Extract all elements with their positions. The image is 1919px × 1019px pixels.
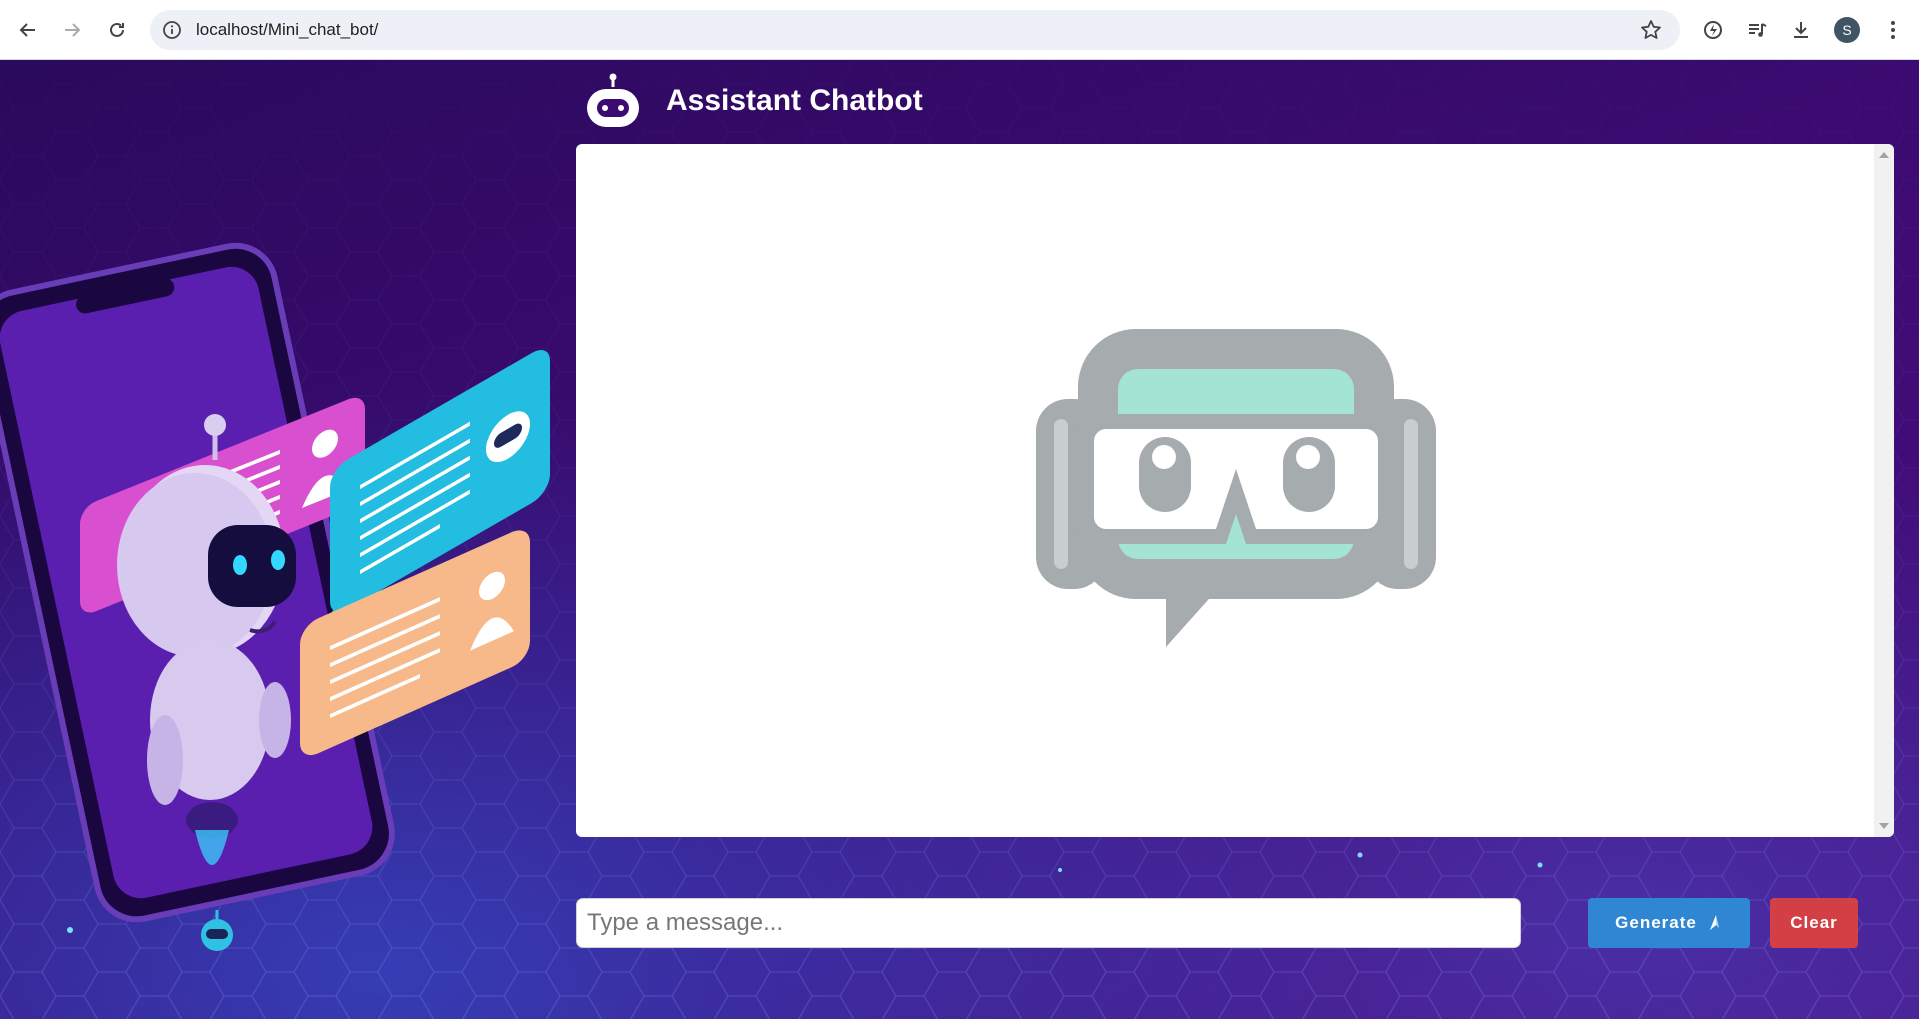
page-title: Assistant Chatbot [666, 84, 923, 117]
message-input[interactable] [576, 898, 1521, 948]
sparkle-icon [1709, 915, 1719, 930]
phone-robot-illustration [0, 242, 550, 951]
media-controls-icon[interactable] [1743, 16, 1771, 44]
chat-scrollbar[interactable] [1874, 144, 1894, 837]
forward-icon[interactable] [58, 16, 86, 44]
scroll-down-arrow-icon[interactable] [1879, 823, 1889, 829]
download-icon[interactable] [1787, 16, 1815, 44]
bookmark-star-icon[interactable] [1640, 19, 1662, 46]
profile-initial: S [1842, 22, 1852, 38]
chat-window[interactable] [576, 144, 1894, 837]
generate-button-label: Generate [1615, 913, 1697, 932]
menu-kebab-icon[interactable] [1879, 16, 1907, 44]
browser-toolbar: localhost/Mini_chat_bot/ S [0, 0, 1919, 60]
performance-icon[interactable] [1699, 16, 1727, 44]
scroll-up-arrow-icon[interactable] [1879, 152, 1889, 158]
profile-avatar[interactable]: S [1834, 17, 1860, 43]
chatbot-placeholder-icon [1036, 329, 1436, 647]
clear-button-label: Clear [1790, 913, 1838, 932]
address-bar[interactable]: localhost/Mini_chat_bot/ [150, 10, 1680, 50]
generate-button[interactable]: Generate [1588, 898, 1750, 948]
site-info-icon[interactable] [162, 20, 182, 45]
chat-page: Assistant Chatbot Type a message... Gene… [0, 60, 1919, 1019]
reload-icon[interactable] [103, 16, 131, 44]
url-text: localhost/Mini_chat_bot/ [196, 20, 379, 39]
robot-head-icon [587, 73, 639, 127]
clear-button[interactable]: Clear [1770, 898, 1858, 948]
back-icon[interactable] [14, 16, 42, 44]
